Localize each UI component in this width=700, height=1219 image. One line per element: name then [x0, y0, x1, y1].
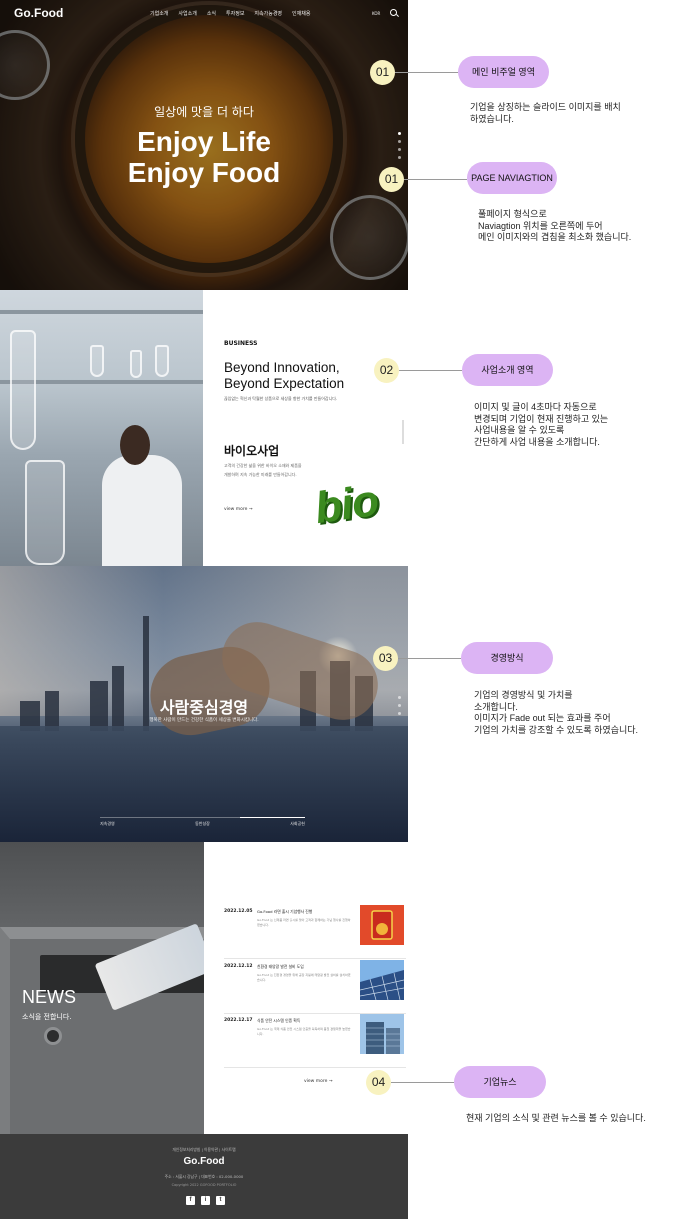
page-navigation-dots — [398, 132, 401, 159]
social-links: f i t — [186, 1196, 225, 1205]
nav-item-recruit[interactable]: 인재채용 — [292, 10, 310, 17]
slide-indicator — [402, 420, 404, 444]
business-subtitle: 끊임없는 혁신과 탁월한 상품으로 세상을 향한 가치를 만들어갑니다. — [224, 396, 338, 401]
news-item[interactable]: 2022.12.17 식품 안전 시스템 인증 획득 Go.Food 는 국제 … — [224, 1014, 406, 1068]
search-icon[interactable] — [390, 9, 397, 16]
hero-headline-line2: Enjoy Food — [127, 157, 281, 188]
page-navigation-dots — [398, 696, 401, 715]
nav-item-invest[interactable]: 투자정보 — [226, 10, 244, 17]
portfolio-page: Go.Food 기업소개 사업소개 소식 투자정보 지속가능경영 인재채용 KO… — [0, 0, 700, 1219]
annotation-description: 이미지 및 글이 4초마다 자동으로 변경되며 기업이 현재 진행하고 있는 사… — [474, 402, 609, 447]
site-footer: 개인정보처리방침 | 이용약관 | 사이트맵 Go.Food 주소 : 서울시 … — [0, 1134, 408, 1219]
annotation-description: 기업을 상징하는 슬라이드 이미지를 배치 하였습니다. — [470, 102, 621, 124]
main-nav: 기업소개 사업소개 소식 투자정보 지속가능경영 인재채용 — [150, 10, 310, 17]
business-section: BUSINESS Beyond Innovation, Beyond Expec… — [203, 290, 408, 566]
annotation-label: 기업뉴스 — [454, 1066, 546, 1098]
footer-copyright: Copyright 2022 GOFOOD PORTFOLIO — [171, 1183, 237, 1187]
lock-icon — [44, 1027, 62, 1045]
page-dot[interactable] — [398, 148, 401, 151]
nav-item-news[interactable]: 소식 — [207, 10, 216, 17]
annotation-description: 현재 기업의 소식 및 관련 뉴스를 볼 수 있습니다. — [466, 1113, 646, 1123]
nav-item-company[interactable]: 기업소개 — [150, 10, 168, 17]
annotation-label: 사업소개 영역 — [462, 354, 553, 386]
hero-headline: Enjoy Life Enjoy Food — [0, 126, 408, 188]
news-title: NEWS — [22, 987, 76, 1007]
hero-kicker: 일상에 맛을 더 하다 — [154, 105, 254, 119]
scientist — [102, 455, 182, 566]
business-label: BUSINESS — [224, 340, 258, 347]
footer-address: 주소 : 서울시 강남구 | 대표번호 : 02-000-0000 — [164, 1174, 244, 1179]
hero-headline-line1: Enjoy Life — [137, 126, 271, 157]
page-dot[interactable] — [398, 132, 401, 135]
annotation-description: 기업의 경영방식 및 가치를 소개합니다. 이미지가 Fade out 되는 효… — [474, 690, 639, 735]
footer-links[interactable]: 개인정보처리방침 | 이용약관 | 사이트맵 — [0, 1147, 408, 1153]
annotation-number: 04 — [366, 1070, 391, 1095]
page-dot[interactable] — [398, 156, 401, 159]
view-more-link[interactable]: view more → — [304, 1079, 333, 1084]
management-subtitle: 행복한 사람이 만드는 건강한 식품이 세상을 변화시킵니다. — [149, 718, 259, 723]
instagram-icon[interactable]: i — [201, 1196, 210, 1205]
annotation-number: 01 — [379, 167, 404, 192]
annotation-description: 풀페이지 형식으로 Naviagtion 위치를 오른쪽에 두어 메인 이미지와… — [478, 209, 632, 242]
management-tabs: 지속경영 동반성장 사회공헌 — [100, 821, 305, 827]
tab-social[interactable]: 사회공헌 — [290, 821, 305, 827]
annotation-number: 02 — [374, 358, 399, 383]
twitter-icon[interactable]: t — [216, 1196, 225, 1205]
footer-logo[interactable]: Go.Food — [0, 1156, 408, 1167]
annotation-label: PAGE NAVIAGTION — [467, 162, 557, 194]
nav-item-esg[interactable]: 지속가능경영 — [254, 10, 282, 17]
management-title: 사람중심경영 — [159, 698, 249, 717]
news-subtitle: 소식을 전합니다. — [22, 1013, 72, 1021]
news-thumbnail-ramen — [360, 905, 404, 945]
business-image — [0, 290, 203, 566]
tab-partnership[interactable]: 동반성장 — [195, 821, 210, 827]
news-item[interactable]: 2022.12.12 친환경 태양광 발전 설비 도입 Go.Food 는 친환… — [224, 960, 406, 1014]
page-dot[interactable] — [398, 696, 401, 699]
annotation-label: 경영방식 — [461, 642, 553, 674]
page-dot[interactable] — [398, 704, 401, 707]
bio-logo: bio — [311, 475, 382, 534]
news-thumbnail-solar — [360, 960, 404, 1000]
page-dot[interactable] — [398, 712, 401, 715]
news-thumbnail-building — [360, 1014, 404, 1054]
nav-item-business[interactable]: 사업소개 — [178, 10, 196, 17]
business-heading: 바이오사업 — [224, 444, 280, 458]
site-logo[interactable]: Go.Food — [14, 6, 63, 20]
view-more-link[interactable]: view more → — [224, 507, 253, 512]
page-dot[interactable] — [398, 140, 401, 143]
hero-section: Go.Food 기업소개 사업소개 소식 투자정보 지속가능경영 인재채용 KO… — [0, 0, 408, 290]
news-image: NEWS 소식을 전합니다. — [0, 842, 204, 1134]
business-paragraph: 고객의 건강한 삶을 위한 바이오 소재와 제품을 개발하며 지속 가능한 미래… — [224, 463, 302, 477]
facebook-icon[interactable]: f — [186, 1196, 195, 1205]
annotation-number: 03 — [373, 646, 398, 671]
website-mockup: Go.Food 기업소개 사업소개 소식 투자정보 지속가능경영 인재채용 KO… — [0, 0, 408, 1219]
annotation-label: 메인 비주얼 영역 — [458, 56, 549, 88]
tab-sustainability[interactable]: 지속경영 — [100, 821, 115, 827]
annotation-number: 01 — [370, 60, 395, 85]
business-title: Beyond Innovation, Beyond Expectation — [224, 360, 345, 391]
management-section: 사람중심경영 행복한 사람이 만드는 건강한 식품이 세상을 변화시킵니다. 지… — [0, 566, 408, 842]
news-item[interactable]: 2022.12.05 Go.Food 라면 출시 기념행사 진행 Go.Food… — [224, 905, 406, 959]
language-selector[interactable]: KOR — [372, 11, 380, 16]
